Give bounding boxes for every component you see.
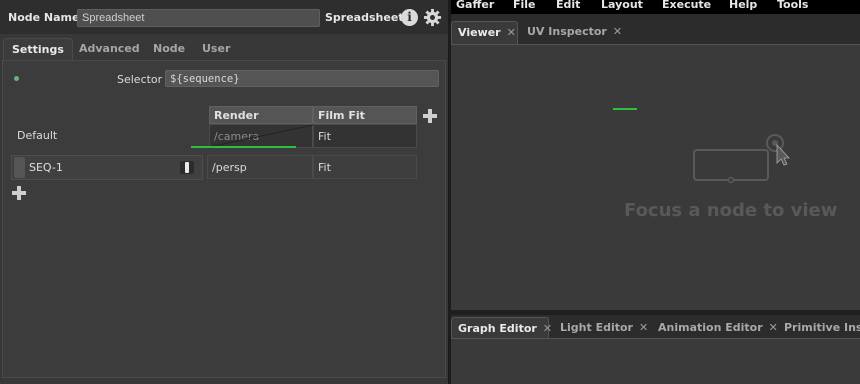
add-column-plus-icon[interactable] (423, 109, 437, 123)
node-editor-panel: Node Name Spreadsheet i Settings Advance… (0, 0, 448, 384)
info-icon[interactable]: i (401, 9, 418, 26)
close-icon[interactable]: ✕ (639, 317, 648, 338)
close-icon[interactable]: ✕ (769, 317, 778, 338)
bottom-tab-bar: Graph Editor ✕ Light Editor ✕ Animation Ed… (451, 315, 860, 339)
menubar: Gaffer File Edit Layout Execute Help Too… (451, 0, 860, 14)
row-enable-toggle[interactable] (180, 161, 194, 174)
menu-edit[interactable]: Edit (556, 0, 580, 11)
add-row-plus-icon[interactable] (12, 186, 26, 200)
tab-viewer[interactable]: Viewer ✕ (451, 21, 518, 44)
node-editor-tabs: Settings Advanced Node User (0, 38, 448, 61)
selector-label: Selector (117, 73, 163, 86)
tab-light-editor-label: Light Editor (560, 321, 633, 334)
viewer-area[interactable] (451, 44, 860, 310)
column-header-film-fit[interactable]: Film Fit (313, 106, 417, 124)
tab-graph-editor[interactable]: Graph Editor ✕ (451, 317, 552, 339)
close-icon[interactable]: ✕ (507, 22, 516, 44)
menu-gaffer[interactable]: Gaffer (456, 0, 494, 11)
row-drag-handle[interactable] (14, 157, 25, 178)
menu-layout[interactable]: Layout (601, 0, 643, 11)
tab-user[interactable]: User (194, 38, 238, 61)
row-name-label: SEQ-1 (29, 161, 63, 174)
tab-light-editor[interactable]: Light Editor ✕ (554, 317, 648, 339)
tab-primitive-inspector-label: Primitive Insp (784, 321, 860, 334)
tab-animation-editor-label: Animation Editor (658, 321, 763, 334)
tab-uv-inspector-label: UV Inspector (527, 25, 607, 38)
close-icon[interactable]: ✕ (613, 21, 622, 43)
viewer-empty-message: Focus a node to view (624, 200, 838, 221)
default-film-fit-cell[interactable]: Fit (313, 124, 417, 148)
node-name-bar: Node Name Spreadsheet i (0, 0, 448, 34)
tab-uv-inspector[interactable]: UV Inspector ✕ (521, 21, 622, 44)
row-film-fit-cell[interactable]: Fit (313, 155, 417, 179)
row-render-camera-cell[interactable]: /persp (207, 155, 313, 179)
graph-editor-area[interactable] (451, 338, 860, 384)
viewer-tab-bar: Viewer ✕ UV Inspector ✕ (451, 14, 860, 44)
tab-graph-editor-label: Graph Editor (458, 322, 537, 335)
default-row-label: Default (17, 129, 58, 142)
close-icon[interactable]: ✕ (543, 318, 552, 339)
gear-icon[interactable] (423, 8, 442, 27)
selector-input[interactable] (165, 70, 439, 87)
disabled-strike-line (209, 124, 313, 148)
node-name-input[interactable] (77, 9, 320, 27)
menu-help[interactable]: Help (729, 0, 757, 11)
drag-indicator-line (191, 146, 296, 148)
column-header-render-camera[interactable]: Render Camera (209, 106, 313, 135)
node-cursor-icon (693, 134, 790, 184)
tab-settings[interactable]: Settings (3, 38, 73, 61)
selector-status-dot (14, 76, 19, 81)
node-name-label: Node Name (8, 11, 80, 24)
tab-primitive-inspector[interactable]: Primitive Insp (778, 317, 860, 339)
tab-viewer-label: Viewer (458, 26, 501, 39)
menu-file[interactable]: File (513, 0, 536, 11)
menu-tools[interactable]: Tools (777, 0, 808, 11)
menu-execute[interactable]: Execute (662, 0, 711, 11)
viewer-indicator-line (613, 108, 637, 110)
tab-node[interactable]: Node (145, 38, 193, 61)
tab-animation-editor[interactable]: Animation Editor ✕ (652, 317, 778, 339)
node-type-label: Spreadsheet (325, 11, 404, 24)
tab-advanced[interactable]: Advanced (71, 38, 148, 61)
